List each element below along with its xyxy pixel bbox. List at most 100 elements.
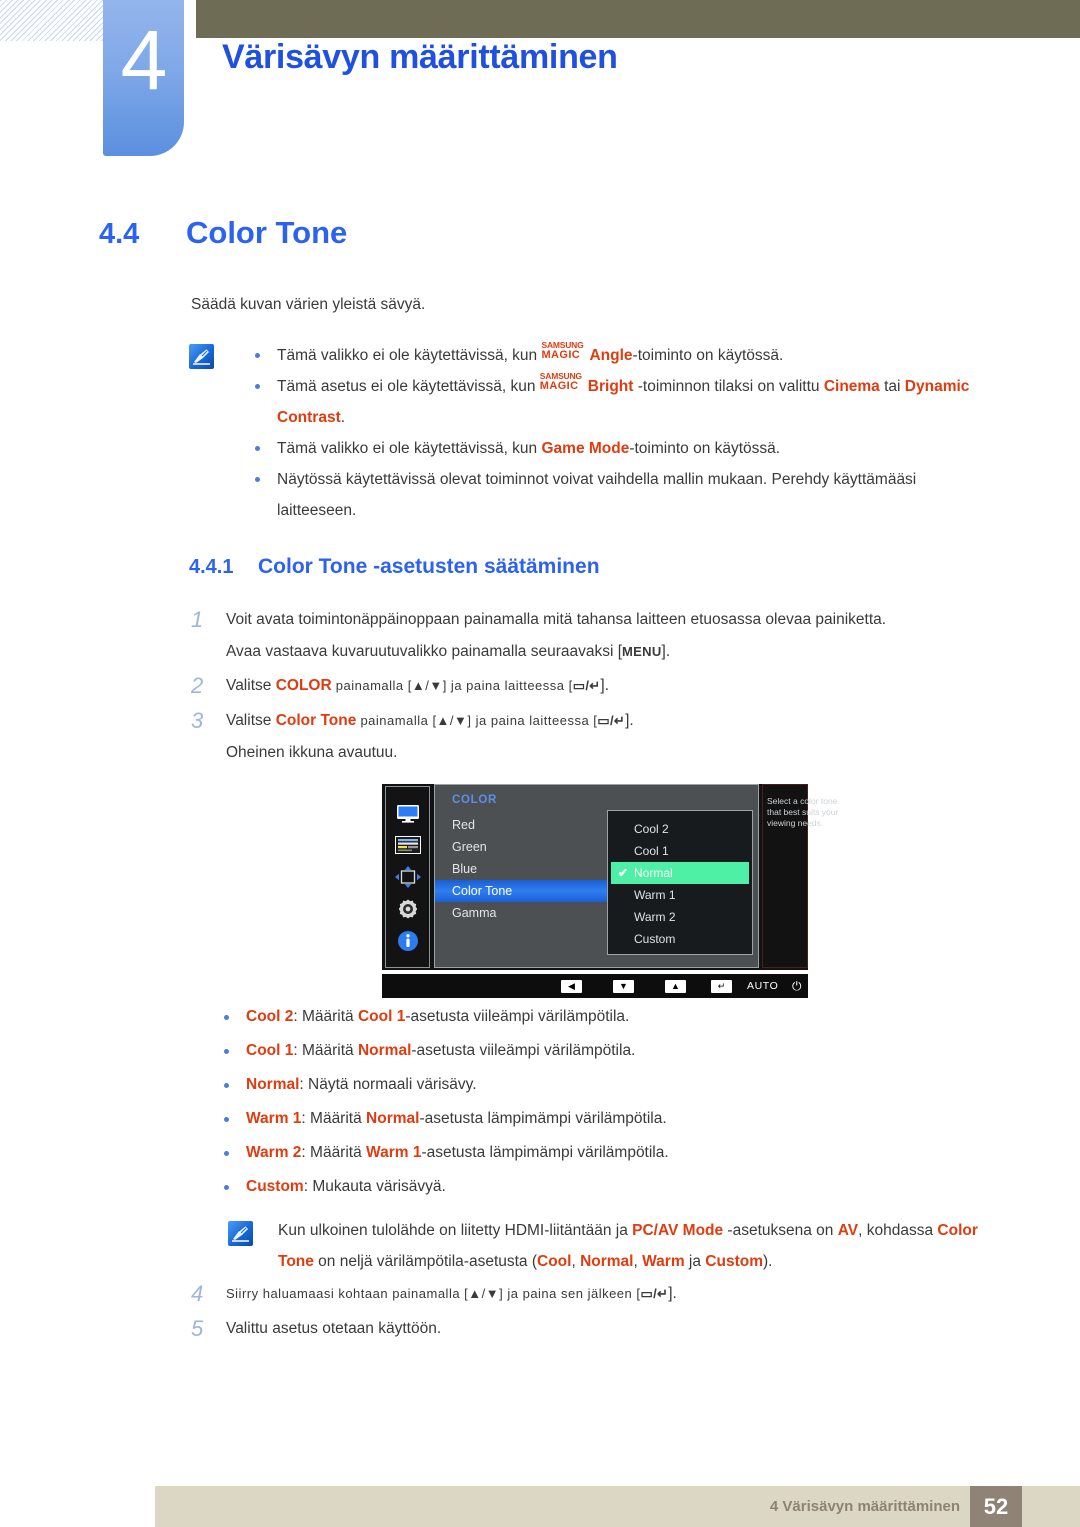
osd-option-warm-1[interactable]: Warm 1 (608, 884, 752, 906)
auto-button[interactable]: AUTO (747, 980, 778, 992)
step-text-pre: Valittu asetus otetaan käyttöön. (226, 1320, 442, 1337)
enter-keycap: ▭/↵ (572, 678, 601, 693)
osd-menu-title: COLOR (452, 794, 498, 806)
step-number: 2 (191, 673, 204, 698)
bullet-dot (224, 1049, 229, 1054)
magic-bottom-text: MAGIC (541, 349, 581, 361)
display-icon[interactable] (395, 802, 421, 824)
bullet-dot (224, 1015, 229, 1020)
step-highlight-color: COLOR (275, 677, 332, 694)
bullet-dot (224, 1117, 229, 1122)
osd-menu-item-gamma[interactable]: Gamma (435, 902, 610, 924)
step-text-pre: Avaa vastaava kuvaruutuvalikko painamall… (226, 643, 623, 660)
option-reference: Cool 1 (357, 1008, 406, 1025)
step-text-post: ]. (668, 1285, 677, 1302)
option-item: Warm 1: Määritä Normal-asetusta lämpimäm… (221, 1102, 981, 1136)
option-item: Warm 2: Määritä Warm 1-asetusta lämpimäm… (221, 1136, 981, 1170)
step-text-post: ]. (625, 712, 634, 729)
bullet-text-pre: Tämä valikko ei ole käytettävissä, kun (277, 347, 542, 364)
chapter-number-tab: 4 (103, 0, 184, 156)
bullet-dot (255, 477, 260, 482)
step-text-post: ]. (600, 677, 610, 694)
bullet-highlight-game-mode: Game Mode (541, 440, 630, 457)
option-term: Custom (246, 1178, 304, 1195)
chapter-header: 4 Värisävyn määrittäminen (0, 0, 1080, 160)
steps-list-2: 4 Siirry haluamaasi kohtaan painamalla [▲… (191, 1278, 991, 1348)
step-text-pre: Valitse (226, 677, 276, 694)
enter-button[interactable]: ↵ (711, 979, 732, 993)
osd-button-bar: ◀ ▼ ▲ ↵ AUTO ⏻ (382, 974, 808, 998)
subsection-title: Color Tone -asetusten säätäminen (258, 555, 600, 578)
bullet-dot (224, 1151, 229, 1156)
note-bullet: Tämä asetus ei ole käytettävissä, kun SA… (252, 371, 982, 433)
information-icon[interactable] (395, 930, 421, 952)
osd-menu-item-green[interactable]: Green (435, 836, 610, 858)
bullet-dot (224, 1083, 229, 1088)
option-separator: : Määritä (301, 1144, 367, 1161)
position-icon[interactable] (394, 866, 421, 888)
note-highlight-normal: Normal (580, 1253, 634, 1270)
color-tone-option-list: Cool 2: Määritä Cool 1-asetusta viileämp… (221, 1000, 981, 1204)
section-intro: Säädä kuvan värien yleistä sävyä. (191, 296, 426, 313)
header-band (196, 0, 1080, 38)
note-highlight-pcav: PC/AV Mode (632, 1222, 724, 1239)
section-title: Color Tone (186, 215, 348, 250)
note-bullet: Näytössä käytettävissä olevat toiminnot … (252, 464, 982, 526)
osd-menu-item-red[interactable]: Red (435, 814, 610, 836)
step-text-post: ]. (661, 643, 671, 660)
bullet-text-mid2: tai (879, 378, 905, 395)
note-text-p7: ja (684, 1253, 706, 1270)
option-item: Cool 2: Määritä Cool 1-asetusta viileämp… (221, 1000, 981, 1034)
picture-icon[interactable] (394, 834, 421, 856)
option-description: -asetusta viileämpi värilämpötila. (405, 1008, 630, 1025)
bullet-highlight: Bright (587, 378, 634, 395)
note-text-2: Kun ulkoinen tulolähde on liitetty HDMI-… (278, 1215, 988, 1277)
option-term: Cool 2 (246, 1008, 294, 1025)
bullet-text-post: . (340, 409, 346, 426)
osd-option-custom[interactable]: Custom (608, 928, 752, 950)
note-text-p8: ). (763, 1253, 773, 1270)
checkmark-icon: ✔ (618, 866, 629, 880)
option-separator: : Määritä (301, 1110, 367, 1127)
note-text-p4: on neljä värilämpötila-asetusta ( (313, 1253, 538, 1270)
note-bullet: Tämä valikko ei ole käytettävissä, kun S… (252, 340, 982, 371)
down-button[interactable]: ▼ (613, 979, 634, 993)
osd-menu-item-blue[interactable]: Blue (435, 858, 610, 880)
left-button[interactable]: ◀ (561, 979, 582, 993)
note-text-p3: , kohdassa (858, 1222, 938, 1239)
note-text-p2: -asetuksena on (723, 1222, 838, 1239)
option-term: Normal (246, 1076, 300, 1093)
osd-option-label: Normal (634, 866, 673, 880)
power-icon[interactable]: ⏻ (792, 979, 802, 994)
step-item: 5 Valittu asetus otetaan käyttöön. (191, 1313, 991, 1346)
osd-option-cool-1[interactable]: Cool 1 (608, 840, 752, 862)
step-number: 3 (191, 708, 204, 733)
osd-option-warm-2[interactable]: Warm 2 (608, 906, 752, 928)
note-pencil-icon (189, 344, 214, 369)
option-description: -asetusta lämpimämpi värilämpötila. (419, 1110, 667, 1127)
osd-help-panel: Select a color tone that best suits your… (762, 784, 838, 968)
note-highlight-warm: Warm (642, 1253, 685, 1270)
bullet-dot (255, 446, 260, 451)
note-bullet: Tämä valikko ei ole käytettävissä, kun G… (252, 433, 982, 464)
steps-list: 1 Voit avata toimintonäppäinoppaan paina… (191, 604, 991, 771)
setup-gear-icon[interactable] (395, 898, 421, 920)
up-button[interactable]: ▲ (665, 979, 686, 993)
note-highlight-custom: Custom (705, 1253, 763, 1270)
osd-option-normal[interactable]: ✔ Normal (611, 862, 749, 884)
step-item: 3 Valitse Color Tone painamalla [▲/▼] ja … (191, 705, 991, 769)
step-text-pre: Valitse (226, 712, 276, 729)
bullet-text-pre: Tämä asetus ei ole käytettävissä, kun (277, 378, 540, 395)
option-description: -asetusta viileämpi värilämpötila. (411, 1042, 636, 1059)
option-reference: Normal (357, 1042, 412, 1059)
enter-keycap: ▭/↵ (597, 713, 626, 728)
note-text-p5: , (571, 1253, 581, 1270)
option-item: Normal: Näytä normaali värisävy. (221, 1068, 981, 1102)
osd-option-cool-2[interactable]: Cool 2 (608, 818, 752, 840)
option-term: Warm 2 (246, 1144, 302, 1161)
option-separator: : Näytä normaali värisävy. (299, 1076, 477, 1093)
bullet-text-pre: Näytössä käytettävissä olevat toiminnot … (277, 471, 917, 519)
option-item: Custom: Mukauta värisävyä. (221, 1170, 981, 1204)
osd-menu-item-color-tone[interactable]: Color Tone (435, 880, 627, 902)
note-pencil-icon (228, 1221, 253, 1246)
